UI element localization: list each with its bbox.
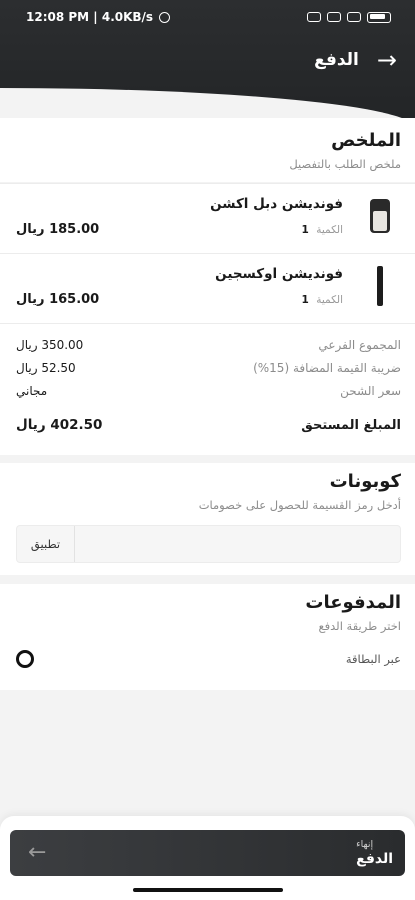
finish-small-label: إنهاء [356,839,374,850]
item-name: فونديشن دبل اكشن [210,196,343,212]
status-left: 12:08 PM | 4.0KB/s [26,10,171,24]
payments-section: المدفوعات اختر طريقة الدفع عبر البطاقة [0,584,415,690]
order-totals: المجموع الفرعي 350.00 ريال ضريبة القيمة … [0,323,415,455]
item-price: 185.00 ريال [16,222,100,237]
payment-option-label: عبر البطاقة [345,652,401,666]
coupons-section: كوبونات أدخل رمز القسيمة للحصول على خصوم… [0,463,415,575]
arrow-left-icon: ← [28,840,47,865]
finish-payment-button[interactable]: ← إنهاء الدفع [10,830,405,876]
payments-title: المدفوعات [305,592,401,613]
wifi-icon [347,12,361,22]
shipping-value: مجاني [16,384,48,398]
product-image [361,196,399,236]
product-image [361,266,399,306]
summary-title: الملخص [331,130,401,151]
item-price: 165.00 ريال [16,292,100,307]
status-right [307,11,391,23]
status-time: 12:08 PM | 4.0KB/s [26,10,154,24]
qty-value: 1 [301,224,309,236]
subtotal-value: 350.00 ريال [16,338,84,352]
order-item: فونديشن دبل اكشن الكمية 1 185.00 ريال [0,183,415,253]
finish-main-label: الدفع [356,851,393,867]
summary-subtitle: ملخص الطلب بالتفصيل [289,157,401,171]
battery-icon [367,11,391,23]
payment-option-card[interactable]: عبر البطاقة [16,648,401,670]
amount-due-label: المبلغ المستحق [301,417,401,433]
signal-icon [327,12,341,22]
summary-section: الملخص ملخص الطلب بالتفصيل [0,118,415,182]
apply-coupon-button[interactable]: تطبيق [17,526,75,562]
item-name: فونديشن اوكسجين [215,266,343,282]
coupon-field: تطبيق [16,525,401,563]
payment-radio[interactable] [16,650,34,668]
page-title: الدفع [314,50,359,70]
subtotal-label: المجموع الفرعي [318,338,401,352]
vat-row: ضريبة القيمة المضافة (15%) 52.50 ريال [16,359,401,377]
qty-value: 1 [301,294,309,306]
subtotal-row: المجموع الفرعي 350.00 ريال [16,336,401,354]
item-quantity: الكمية 1 [302,294,343,306]
order-item: فونديشن اوكسجين الكمية 1 165.00 ريال [0,253,415,323]
payments-subtitle: اختر طريقة الدفع [318,619,401,633]
finish-text: إنهاء الدفع [356,839,393,867]
alarm-icon [159,11,171,23]
vat-value: 52.50 ريال [16,361,76,375]
qty-label: الكمية [316,224,343,236]
qty-label: الكمية [316,294,343,306]
status-bar: 12:08 PM | 4.0KB/s [0,0,415,34]
amount-due-value: 402.50 ريال [16,417,103,433]
amount-due-row: المبلغ المستحق 402.50 ريال [16,416,401,434]
shipping-label: سعر الشحن [340,384,401,398]
coupons-subtitle: أدخل رمز القسيمة للحصول على خصومات [198,498,401,512]
vibrate-icon [307,12,321,22]
shipping-row: سعر الشحن مجاني [16,382,401,400]
title-bar: الدفع → [0,40,415,80]
vat-label: ضريبة القيمة المضافة (15%) [253,361,401,375]
arrow-right-icon[interactable]: → [377,48,397,72]
coupon-input[interactable] [75,526,400,562]
coupons-title: كوبونات [329,471,401,492]
item-quantity: الكمية 1 [302,224,343,236]
home-indicator[interactable] [133,888,283,892]
